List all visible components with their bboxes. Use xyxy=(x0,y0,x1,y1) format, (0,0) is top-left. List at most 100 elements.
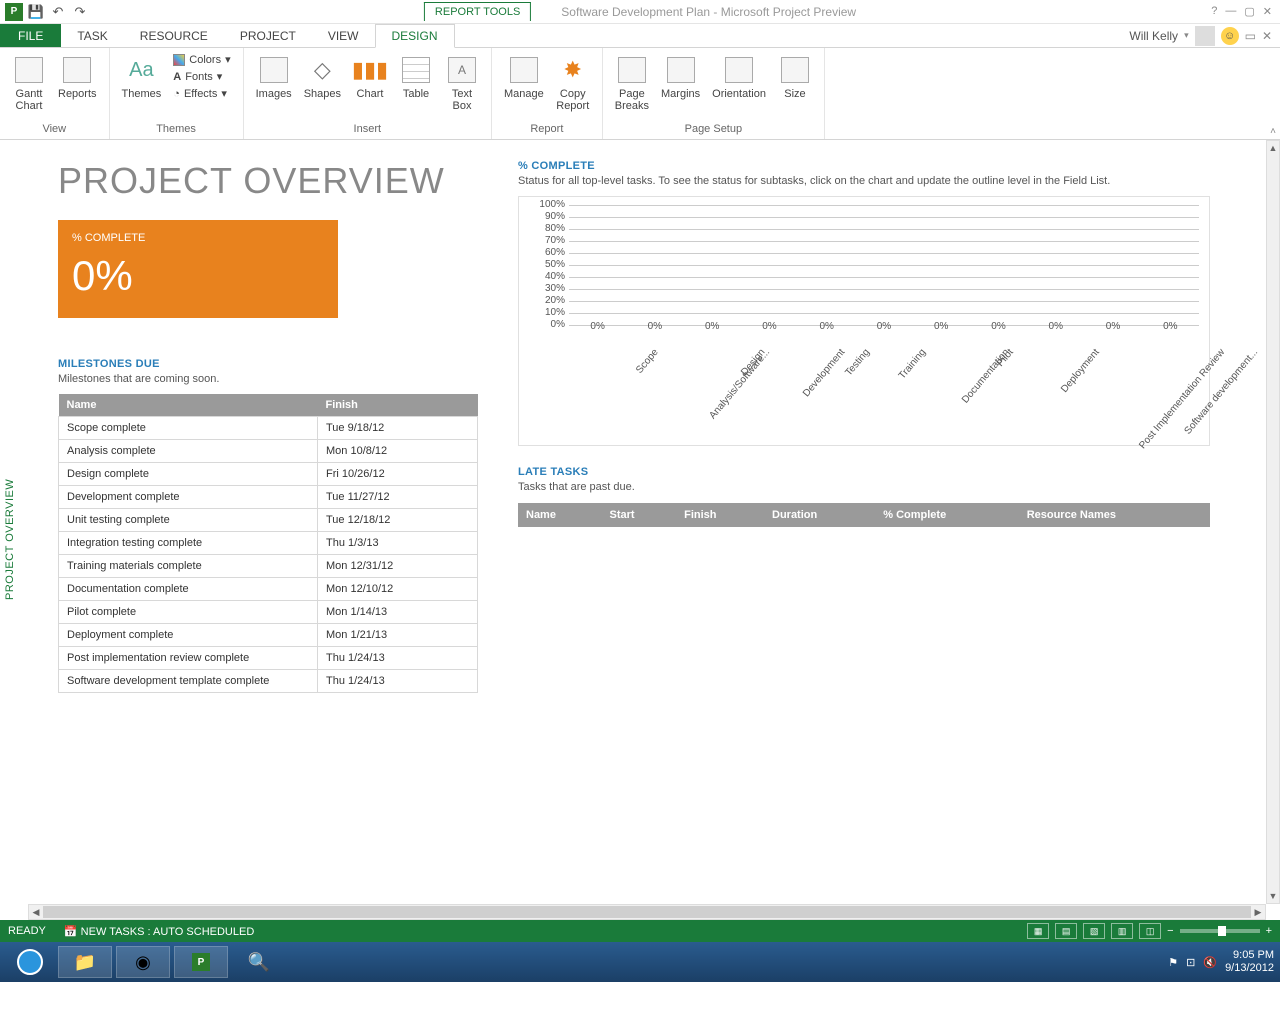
manage-button[interactable]: Manage xyxy=(500,52,548,102)
textbox-button[interactable]: ATextBox xyxy=(441,52,483,114)
view-shortcut-3[interactable]: ▧ xyxy=(1083,923,1105,939)
help-icon[interactable]: ? xyxy=(1211,5,1217,18)
colors-button[interactable]: Colors ▾ xyxy=(169,52,234,67)
tab-design[interactable]: DESIGN xyxy=(375,24,455,48)
restore-window-icon[interactable]: ▭ xyxy=(1245,29,1256,43)
taskbar-chrome[interactable]: ◉ xyxy=(116,946,170,978)
chart-button[interactable]: ▮▮▮Chart xyxy=(349,52,391,102)
report-title[interactable]: PROJECT OVERVIEW xyxy=(58,160,478,202)
late-col-pct: % Complete xyxy=(875,503,1018,527)
pct-complete-chart[interactable]: 100%90%80%70%60%50%40%30%20%10%0% 0%0%0%… xyxy=(518,196,1210,446)
milestone-name: Software development template complete xyxy=(59,670,318,693)
tray-clock[interactable]: 9:05 PM 9/13/2012 xyxy=(1225,949,1274,975)
themes-button[interactable]: AaThemes xyxy=(118,52,166,102)
scroll-up-icon[interactable]: ▲ xyxy=(1267,141,1279,155)
effects-button[interactable]: ◔Effects ▾ xyxy=(169,86,234,101)
tab-file[interactable]: FILE xyxy=(0,24,61,47)
tab-project[interactable]: PROJECT xyxy=(224,24,312,47)
taskbar-project[interactable]: P xyxy=(174,946,228,978)
redo-icon[interactable]: ↷ xyxy=(70,2,90,22)
milestones-table[interactable]: Name Finish Scope completeTue 9/18/12Ana… xyxy=(58,394,478,693)
table-button[interactable]: Table xyxy=(395,52,437,102)
fonts-button[interactable]: AFonts ▾ xyxy=(169,69,234,84)
table-row[interactable]: Scope completeTue 9/18/12 xyxy=(59,417,478,440)
save-icon[interactable]: 💾 xyxy=(26,2,46,22)
tray-volume-icon[interactable]: 🔇 xyxy=(1203,956,1217,969)
reports-button[interactable]: Reports xyxy=(54,52,101,102)
table-row[interactable]: Pilot completeMon 1/14/13 xyxy=(59,601,478,624)
images-button[interactable]: Images xyxy=(252,52,296,102)
taskbar-explorer[interactable]: 📁 xyxy=(58,946,112,978)
statusbar: READY 📅 NEW TASKS : AUTO SCHEDULED ▦ ▤ ▧… xyxy=(0,920,1280,942)
table-row[interactable]: Deployment completeMon 1/21/13 xyxy=(59,624,478,647)
late-tasks-title: LATE TASKS xyxy=(518,466,1210,478)
scroll-right-icon[interactable]: ▶ xyxy=(1251,905,1265,919)
orientation-button[interactable]: Orientation xyxy=(708,52,770,102)
size-button[interactable]: Size xyxy=(774,52,816,102)
milestones-title: MILESTONES DUE xyxy=(58,358,478,370)
taskbar-ie[interactable] xyxy=(6,946,54,978)
table-row[interactable]: Software development template completeTh… xyxy=(59,670,478,693)
taskbar-magnifier[interactable]: 🔍 xyxy=(232,946,286,978)
table-row[interactable]: Development completeTue 11/27/12 xyxy=(59,486,478,509)
tab-task[interactable]: TASK xyxy=(61,24,123,47)
scroll-thumb[interactable] xyxy=(43,906,1251,918)
view-side-tab[interactable]: PROJECT OVERVIEW xyxy=(4,479,16,600)
milestone-name: Pilot complete xyxy=(59,601,318,624)
minimize-icon[interactable]: — xyxy=(1225,5,1236,18)
user-name[interactable]: Will Kelly xyxy=(1129,29,1178,43)
milestone-name: Training materials complete xyxy=(59,555,318,578)
page-breaks-button[interactable]: PageBreaks xyxy=(611,52,653,114)
tray-flag-icon[interactable]: ⚑ xyxy=(1168,956,1178,969)
horizontal-scrollbar[interactable]: ◀ ▶ xyxy=(28,904,1266,920)
kpi-complete[interactable]: % COMPLETE 0% xyxy=(58,220,338,318)
ribbon-tabs: FILE TASK RESOURCE PROJECT VIEW DESIGN W… xyxy=(0,24,1280,48)
milestone-name: Unit testing complete xyxy=(59,509,318,532)
close-document-icon[interactable]: ✕ xyxy=(1262,29,1272,43)
late-col-res: Resource Names xyxy=(1019,503,1210,527)
copy-report-button[interactable]: ✸CopyReport xyxy=(552,52,594,114)
undo-icon[interactable]: ↶ xyxy=(48,2,68,22)
table-row[interactable]: Design completeFri 10/26/12 xyxy=(59,463,478,486)
late-col-finish: Finish xyxy=(676,503,764,527)
kpi-label: % COMPLETE xyxy=(72,232,324,244)
shapes-button[interactable]: ◇Shapes xyxy=(300,52,345,102)
tab-resource[interactable]: RESOURCE xyxy=(124,24,224,47)
tab-view[interactable]: VIEW xyxy=(312,24,375,47)
maximize-icon[interactable]: ▢ xyxy=(1244,5,1254,18)
milestone-name: Scope complete xyxy=(59,417,318,440)
table-row[interactable]: Integration testing completeThu 1/3/13 xyxy=(59,532,478,555)
table-row[interactable]: Analysis completeMon 10/8/12 xyxy=(59,440,478,463)
margins-button[interactable]: Margins xyxy=(657,52,704,102)
scroll-left-icon[interactable]: ◀ xyxy=(29,905,43,919)
late-tasks-table[interactable]: Name Start Finish Duration % Complete Re… xyxy=(518,503,1210,527)
table-row[interactable]: Unit testing completeTue 12/18/12 xyxy=(59,509,478,532)
feedback-icon[interactable]: ☺ xyxy=(1221,27,1239,45)
view-shortcut-5[interactable]: ◫ xyxy=(1139,923,1161,939)
avatar[interactable] xyxy=(1195,26,1215,46)
vertical-scrollbar[interactable]: ▲ ▼ xyxy=(1266,140,1280,904)
milestone-name: Documentation complete xyxy=(59,578,318,601)
table-row[interactable]: Training materials completeMon 12/31/12 xyxy=(59,555,478,578)
scroll-down-icon[interactable]: ▼ xyxy=(1267,889,1279,903)
status-newtasks[interactable]: 📅 NEW TASKS : AUTO SCHEDULED xyxy=(64,925,254,938)
zoom-in-icon[interactable]: + xyxy=(1266,925,1272,937)
tray-network-icon[interactable]: ⊡ xyxy=(1186,956,1195,969)
milestone-name: Development complete xyxy=(59,486,318,509)
collapse-ribbon-icon[interactable]: ˄ xyxy=(1270,126,1276,137)
gantt-chart-button[interactable]: GanttChart xyxy=(8,52,50,114)
zoom-out-icon[interactable]: − xyxy=(1167,925,1173,937)
close-icon[interactable]: ✕ xyxy=(1263,5,1272,18)
titlebar: P 💾 ↶ ↷ REPORT TOOLS Software Developmen… xyxy=(0,0,1280,24)
milestone-finish: Mon 12/10/12 xyxy=(318,578,478,601)
contextual-tab-label: REPORT TOOLS xyxy=(424,2,531,21)
document-title: Software Development Plan - Microsoft Pr… xyxy=(561,5,856,19)
table-row[interactable]: Documentation completeMon 12/10/12 xyxy=(59,578,478,601)
view-shortcut-2[interactable]: ▤ xyxy=(1055,923,1077,939)
view-shortcut-4[interactable]: ▥ xyxy=(1111,923,1133,939)
zoom-slider[interactable] xyxy=(1180,929,1260,933)
table-row[interactable]: Post implementation review completeThu 1… xyxy=(59,647,478,670)
milestone-finish: Tue 11/27/12 xyxy=(318,486,478,509)
view-shortcut-1[interactable]: ▦ xyxy=(1027,923,1049,939)
report-canvas[interactable]: PROJECT OVERVIEW % COMPLETE 0% MILESTONE… xyxy=(28,140,1280,920)
